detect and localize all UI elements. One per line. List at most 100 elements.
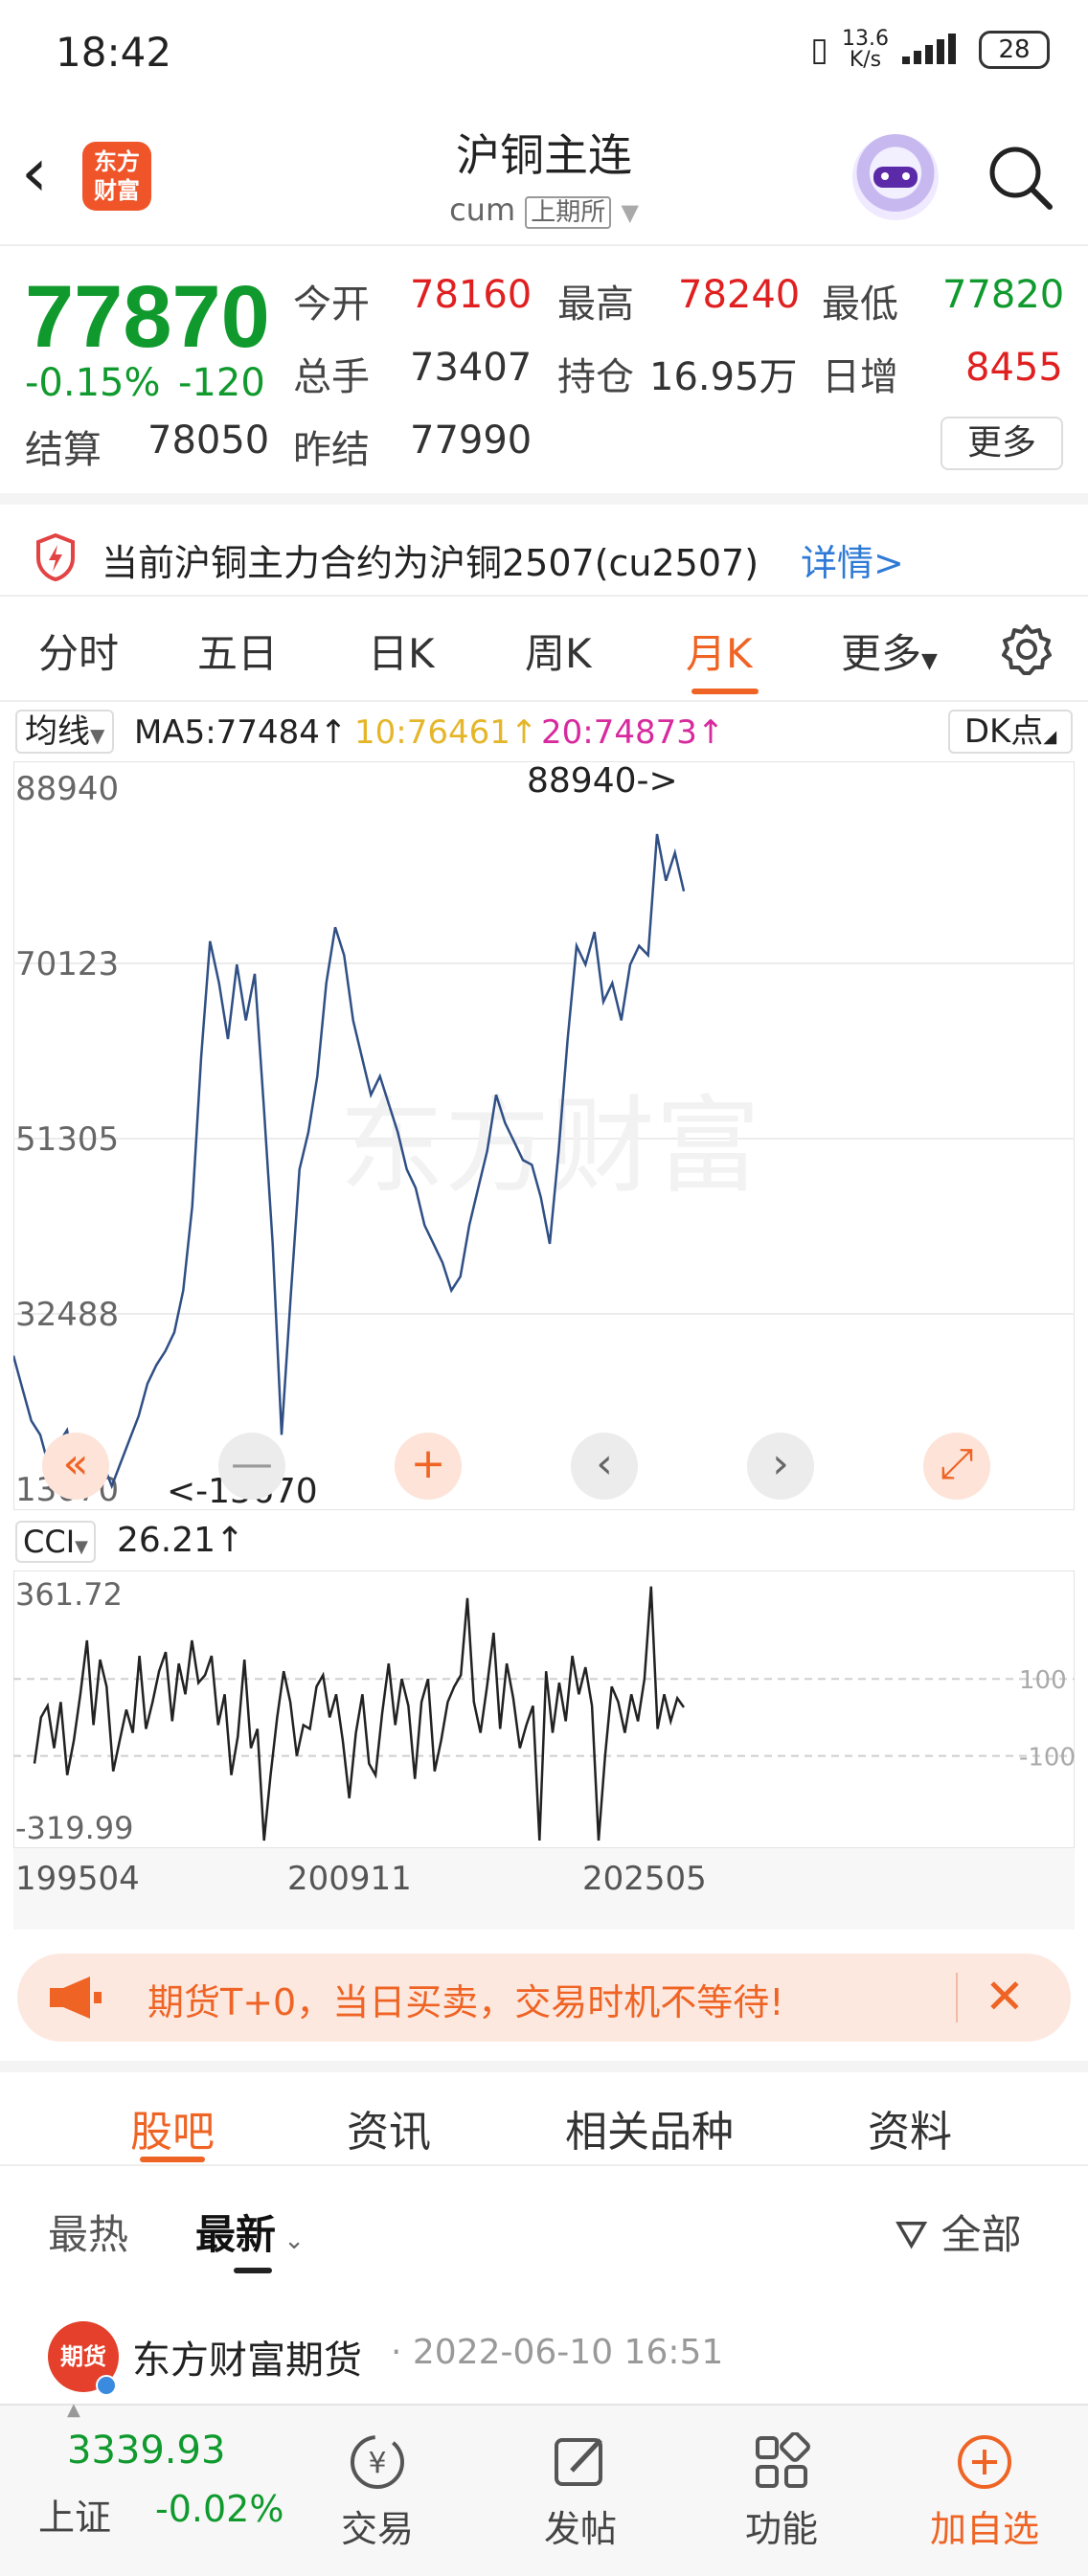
y-tick-label: 51305 [15,1120,119,1159]
tab-profile[interactable]: 资料 [868,2097,952,2158]
scroll-right-button[interactable]: › [747,1433,814,1500]
rewind-button[interactable]: « [42,1433,109,1500]
ma10-value: 10:76461↑ [354,713,538,752]
tab-weekly-k[interactable]: 周K [525,621,592,680]
nav-add-label: 加自选 [929,2508,1039,2550]
prev-settle-label: 昨结 [293,428,370,472]
filter-funnel-icon: ⛛ [895,2211,929,2258]
search-icon[interactable] [986,144,1054,211]
active-tab-indicator [691,689,759,694]
assistant-robot-icon[interactable] [852,134,939,220]
close-icon[interactable]: ✕ [985,1969,1025,2024]
status-time: 18:42 [56,29,172,76]
contract-code: cum [449,192,516,228]
cci-value: 26.21↑ [117,1521,245,1560]
nav-post[interactable]: 发帖 [513,2432,647,2552]
tab-five-day[interactable]: 五日 [197,621,278,680]
megaphone-icon [50,1977,102,2019]
notice-detail-link[interactable]: 详情> [801,533,904,586]
tab-intraday[interactable]: 分时 [38,621,119,680]
tab-forum[interactable]: 股吧 [130,2097,215,2158]
nav-trade[interactable]: ¥ 交易 [310,2432,444,2552]
main-contract-notice: 当前沪铜主力合约为沪铜2507(cu2507) 详情> [0,493,1088,597]
cci-reference-label: 100 [1019,1666,1067,1695]
price-chart[interactable]: 东方财富 8894070123513053248813670 88940-> <… [13,761,1075,1510]
status-icons: ▯ 13.6 K/s 28 [810,29,1050,71]
tab-daily-k[interactable]: 日K [368,621,435,680]
more-quote-button[interactable]: 更多 [941,417,1063,470]
dk-point-button[interactable]: DK点◢ [948,710,1073,754]
post-time: · 2022-06-10 16:51 [391,2333,724,2372]
scroll-left-button[interactable]: ‹ [571,1433,638,1500]
notice-text: 当前沪铜主力合约为沪铜2507(cu2507) [102,542,759,584]
high-label: 最高 [557,282,634,327]
yen-cycle-icon: ¥ [351,2435,404,2489]
gear-icon[interactable] [1000,622,1054,676]
corner-triangle-icon: ◢ [1043,727,1057,747]
post-filter-row: 最热 最新 ⌄ ⛛ 全部 [0,2168,1088,2283]
tab-more-label: 更多 [841,630,922,677]
index-value[interactable]: 3339.93 [67,2429,225,2473]
indicator-select[interactable]: CCI▼ [15,1521,96,1563]
change-percent: -0.15% [25,361,161,405]
high-value: 78240 [678,273,801,317]
cci-y-tick-label: 361.72 [15,1576,123,1613]
index-name: 上证 [38,2497,112,2539]
ma-select[interactable]: 均线▼ [15,710,115,754]
tab-news[interactable]: 资讯 [347,2097,431,2158]
active-filter-indicator [234,2268,272,2273]
open-value: 78160 [410,273,533,317]
nav-trade-label: 交易 [340,2508,414,2550]
daily-inc-value: 8455 [965,346,1063,390]
x-axis: 199504 200911 202505 [13,1848,1075,1930]
caret-down-icon: ▼ [921,649,938,673]
zoom-in-button[interactable]: + [395,1433,462,1500]
shield-bolt-icon [36,533,75,581]
apps-grid-icon [756,2432,810,2488]
filter-all-label: 全部 [941,2211,1022,2258]
cci-reference-label: -100 [1019,1744,1075,1773]
tab-related[interactable]: 相关品种 [565,2097,734,2158]
settle-label: 结算 [25,428,102,472]
dk-point-label: DK点 [963,712,1044,751]
low-label: 最低 [822,282,898,327]
nav-add-watchlist[interactable]: 加自选 [918,2432,1052,2552]
y-tick-label: 88940 [15,770,119,808]
promo-banner[interactable]: 期货T+0，当日买卖，交易时机不等待! ✕ [17,1954,1071,2042]
exchange-badge: 上期所 [525,196,612,229]
svg-text:¥: ¥ [368,2447,386,2480]
chevron-down-icon: ⌄ [276,2226,306,2255]
cci-chart[interactable]: 100 -100 361.72 -319.99 [13,1570,1075,1848]
caret-down-icon: ▼ [90,724,105,747]
tab-monthly-k[interactable]: 月K [686,621,753,680]
ma-legend-row: 均线▼ MA5:77484↑ 10:76461↑ 20:74873↑ DK点◢ [0,702,1088,759]
change-amount: -120 [178,361,265,405]
nav-function[interactable]: 功能 [714,2432,849,2552]
period-tabs: 分时 五日 日K 周K 月K 更多▼ [0,597,1088,702]
ma20-value: 20:74873↑ [541,713,725,752]
signal-icon [902,34,956,64]
last-price: 77870 [25,268,270,366]
divider [956,1973,958,2022]
filter-latest-label: 最新 [195,2211,277,2258]
filter-latest[interactable]: 最新 ⌄ [195,2203,305,2261]
net-speed: 13.6 K/s [842,29,889,71]
author-name[interactable]: 东方财富期货 [132,2329,362,2384]
filter-all[interactable]: ⛛ 全部 [895,2203,1022,2261]
tab-more[interactable]: 更多▼ [841,621,938,680]
fullscreen-button[interactable]: ⤢ [923,1433,990,1500]
prev-settle-value: 77990 [410,418,533,463]
bottom-nav: ▲ 3339.93 上证 -0.02% ¥ 交易 发帖 功能 加自选 [0,2400,1088,2576]
x-tick-label: 200911 [287,1860,412,1898]
filter-hot[interactable]: 最热 [48,2203,128,2261]
zoom-out-button[interactable]: — [218,1433,285,1500]
battery-icon: 28 [979,31,1050,69]
index-change: -0.02% [155,2488,284,2530]
open-label: 今开 [293,282,370,327]
daily-inc-label: 日增 [822,355,898,399]
oi-value: 16.95万 [649,355,798,399]
caret-up-icon: ▲ [67,2400,80,2420]
post-item[interactable]: 期货 东方财富期货 · 2022-06-10 16:51 [0,2283,1088,2398]
oi-label: 持仓 [557,355,634,399]
settle-value: 78050 [147,418,270,463]
